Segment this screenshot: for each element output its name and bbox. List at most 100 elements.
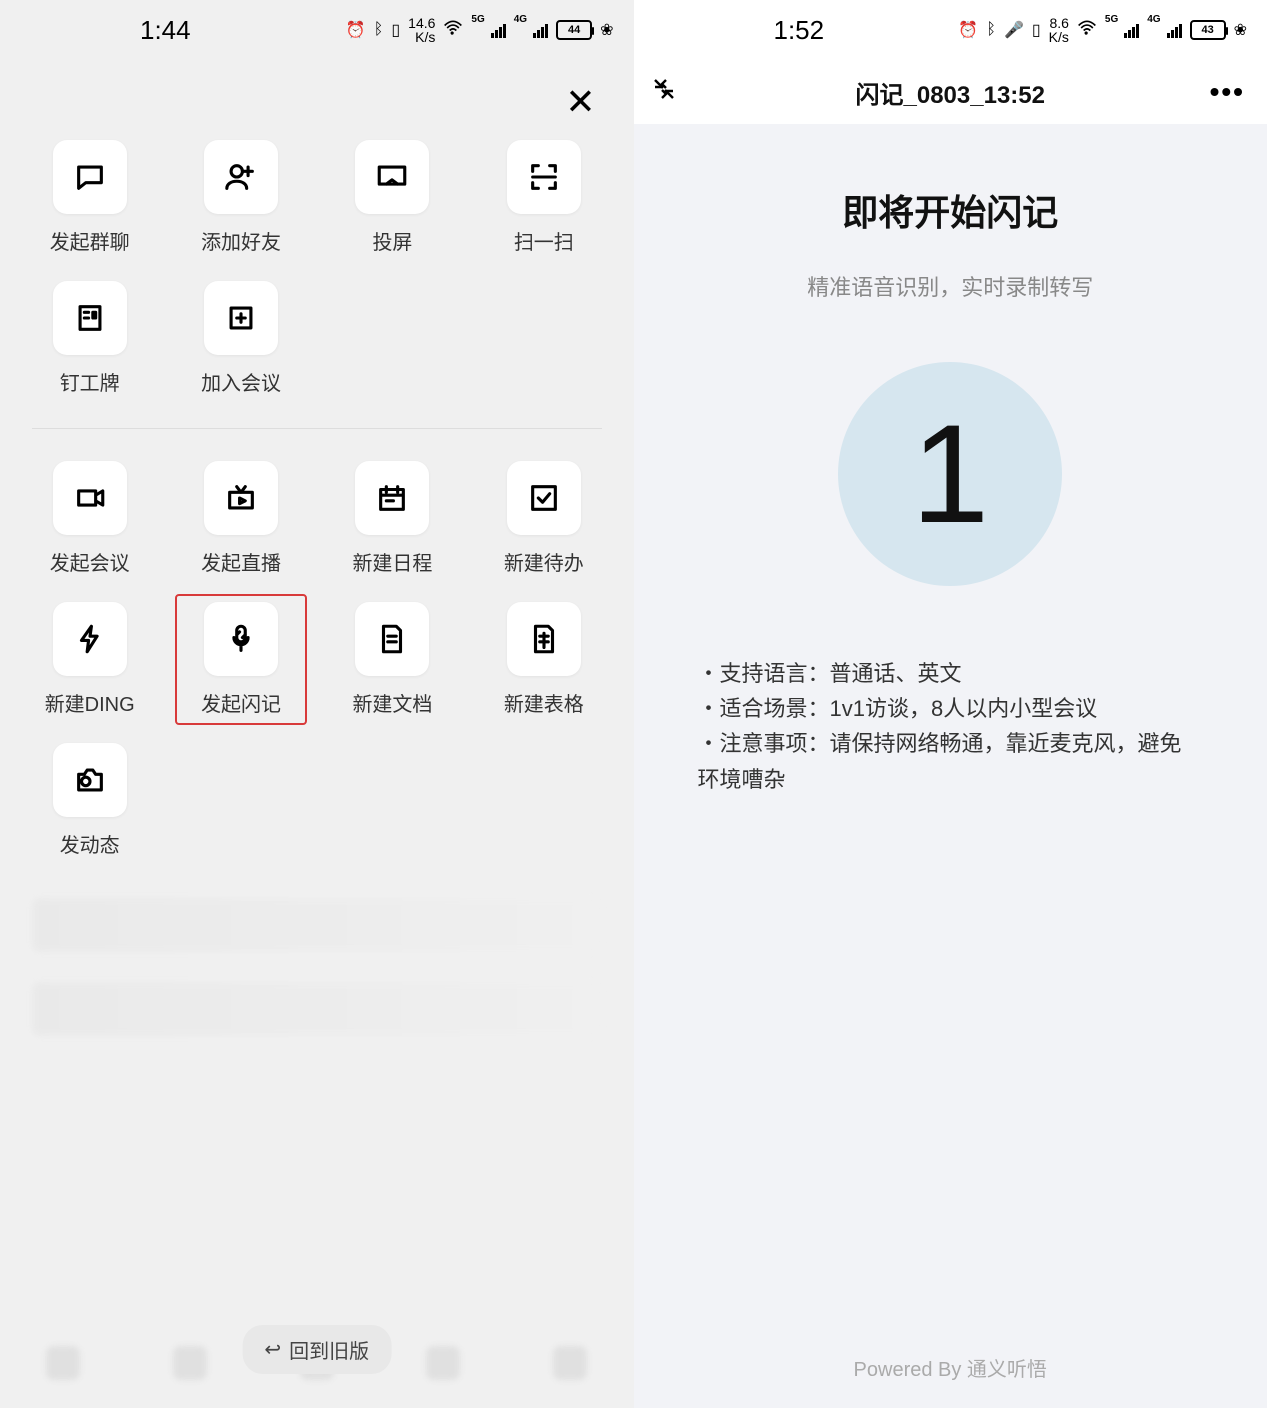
scan-icon (527, 160, 561, 194)
action-badge[interactable]: 钉工牌 (32, 281, 147, 396)
action-new-doc[interactable]: 新建文档 (335, 602, 450, 717)
new-todo-label: 新建待办 (504, 547, 584, 576)
check-icon (527, 481, 561, 515)
note-line-2: ・注意事项：请保持网络畅通，靠近麦克风，避免环境嘈杂 (698, 726, 1204, 796)
vibrate-icon: ▯ (1032, 20, 1041, 40)
signal-1-icon (1124, 22, 1139, 38)
action-new-todo[interactable]: 新建待办 (486, 461, 601, 576)
page-header: 闪记_0803_13:52 ••• (634, 60, 1267, 124)
signal-2-icon (533, 22, 548, 38)
battery-icon: 44 (556, 20, 592, 40)
section-1-grid: 发起群聊 添加好友投屏 扫一扫钉工牌 加入会议 (20, 130, 614, 406)
start-live-tile (204, 461, 278, 535)
calendar-icon (375, 481, 409, 515)
more-button[interactable]: ••• (1210, 76, 1245, 108)
cast-screen-tile (355, 140, 429, 214)
leaf-icon: ❀ (1234, 20, 1247, 40)
sig-5g: 5G (471, 14, 484, 25)
sig-4g: 4G (514, 14, 527, 25)
undo-icon: ↩ (264, 1337, 281, 1362)
status-time: 1:52 (774, 15, 825, 46)
action-cast-screen[interactable]: 投屏 (335, 140, 450, 255)
alarm-icon: ⏰ (958, 20, 978, 40)
post-moment-label: 发动态 (60, 829, 120, 858)
mic-status-icon: 🎤 (1004, 20, 1024, 40)
video-icon (73, 481, 107, 515)
action-post-moment[interactable]: 发动态 (32, 743, 147, 858)
cast-icon (375, 160, 409, 194)
battery-icon: 43 (1190, 20, 1226, 40)
action-join-meeting[interactable]: 加入会议 (183, 281, 298, 396)
start-flash-note-tile (204, 602, 278, 676)
page-title: 闪记_0803_13:52 (856, 75, 1045, 110)
subtitle: 精准语音识别，实时录制转写 (674, 270, 1228, 302)
badge-tile (53, 281, 127, 355)
bolt-icon (73, 622, 107, 656)
wifi-icon (443, 20, 463, 41)
sig-4g: 4G (1147, 14, 1160, 25)
leaf-icon: ❀ (600, 20, 613, 40)
action-new-sheet[interactable]: 新建表格 (486, 602, 601, 717)
tv-icon (224, 481, 258, 515)
action-new-ding[interactable]: 新建DING (32, 602, 147, 717)
camera-icon (73, 763, 107, 797)
post-moment-tile (53, 743, 127, 817)
new-todo-tile (507, 461, 581, 535)
badge-icon (73, 301, 107, 335)
action-start-meeting[interactable]: 发起会议 (32, 461, 147, 576)
notes-list: ・支持语言：普通话、英文・适合场景：1v1访谈，8人以内小型会议・注意事项：请保… (674, 656, 1228, 797)
new-schedule-label: 新建日程 (352, 547, 432, 576)
scan-tile (507, 140, 581, 214)
sheet-icon (527, 622, 561, 656)
status-bar: 1:44 ⏰ ᛒ ▯ 14.6K/s 5G 4G 44 ❀ (0, 0, 634, 60)
back-to-old-button[interactable]: ↩ 回到旧版 (242, 1325, 391, 1374)
signal-1-icon (491, 22, 506, 38)
action-scan[interactable]: 扫一扫 (486, 140, 601, 255)
note-line-1: ・适合场景：1v1访谈，8人以内小型会议 (698, 691, 1204, 726)
status-right: ⏰ ᛒ 🎤 ▯ 8.6K/s 5G 4G 43 ❀ (958, 16, 1247, 44)
action-group-chat[interactable]: 发起群聊 (32, 140, 147, 255)
scan-label: 扫一扫 (514, 226, 574, 255)
doc-icon (375, 622, 409, 656)
countdown-circle: 1 (838, 362, 1062, 586)
collapse-button[interactable] (652, 77, 676, 107)
heading: 即将开始闪记 (674, 184, 1228, 236)
back-to-old-label: 回到旧版 (289, 1335, 369, 1364)
start-flash-note-label: 发起闪记 (201, 688, 281, 717)
new-sheet-tile (507, 602, 581, 676)
start-meeting-label: 发起会议 (50, 547, 130, 576)
countdown-number: 1 (911, 393, 989, 555)
action-start-live[interactable]: 发起直播 (183, 461, 298, 576)
flash-note-body: 即将开始闪记 精准语音识别，实时录制转写 1 ・支持语言：普通话、英文・适合场景… (634, 124, 1267, 797)
alarm-icon: ⏰ (346, 20, 366, 40)
userplus-icon (224, 160, 258, 194)
blurred-background-rows (20, 898, 614, 1036)
add-friend-tile (204, 140, 278, 214)
action-start-flash-note[interactable]: 发起闪记 (175, 594, 306, 725)
cast-screen-label: 投屏 (372, 226, 412, 255)
bluetooth-icon: ᛒ (374, 21, 384, 39)
new-ding-label: 新建DING (45, 688, 135, 717)
status-right: ⏰ ᛒ ▯ 14.6K/s 5G 4G 44 ❀ (346, 16, 614, 44)
start-meeting-tile (53, 461, 127, 535)
plus-icon (224, 301, 258, 335)
action-new-schedule[interactable]: 新建日程 (335, 461, 450, 576)
join-meeting-label: 加入会议 (201, 367, 281, 396)
sig-5g: 5G (1105, 14, 1118, 25)
divider (32, 428, 602, 429)
new-ding-tile (53, 602, 127, 676)
action-add-friend[interactable]: 添加好友 (183, 140, 298, 255)
bluetooth-icon: ᛒ (986, 21, 996, 39)
group-chat-label: 发起群聊 (50, 226, 130, 255)
new-schedule-tile (355, 461, 429, 535)
signal-2-icon (1167, 22, 1182, 38)
status-time: 1:44 (140, 15, 191, 46)
close-button[interactable]: ✕ (565, 84, 595, 120)
group-chat-tile (53, 140, 127, 214)
new-doc-tile (355, 602, 429, 676)
start-live-label: 发起直播 (201, 547, 281, 576)
status-bar: 1:52 ⏰ ᛒ 🎤 ▯ 8.6K/s 5G 4G 43 ❀ (634, 0, 1267, 60)
wifi-icon (1077, 20, 1097, 41)
badge-label: 钉工牌 (60, 367, 120, 396)
new-sheet-label: 新建表格 (504, 688, 584, 717)
